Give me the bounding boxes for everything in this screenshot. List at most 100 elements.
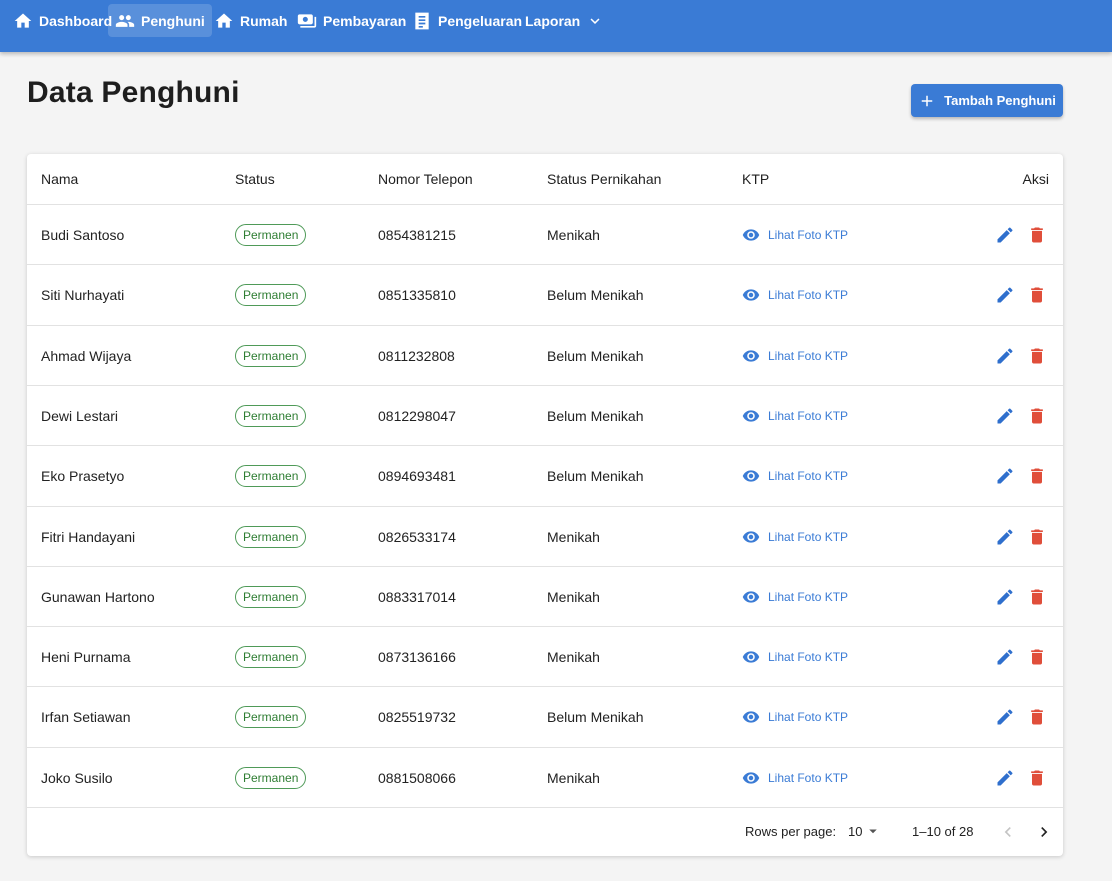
view-ktp-label: Lihat Foto KTP xyxy=(768,710,849,724)
nav-item-label: Rumah xyxy=(240,12,288,29)
edit-button[interactable] xyxy=(993,525,1017,549)
delete-button[interactable] xyxy=(1025,344,1049,368)
edit-button[interactable] xyxy=(993,223,1017,247)
edit-icon xyxy=(997,588,1013,604)
actions-cell xyxy=(993,205,1049,264)
column-header-phone[interactable]: Nomor Telepon xyxy=(378,154,473,204)
people-icon xyxy=(115,14,135,27)
nav-item-laporan[interactable]: Laporan xyxy=(518,4,611,37)
column-header-ktp[interactable]: KTP xyxy=(742,154,769,204)
eye-icon xyxy=(742,289,760,301)
edit-icon xyxy=(997,407,1013,423)
phone-number: 0854381215 xyxy=(378,226,456,243)
view-ktp-link[interactable]: Lihat Foto KTP xyxy=(742,467,848,485)
delete-button[interactable] xyxy=(1025,223,1049,247)
view-ktp-link[interactable]: Lihat Foto KTP xyxy=(742,226,848,244)
delete-button[interactable] xyxy=(1025,464,1049,488)
edit-icon xyxy=(997,528,1013,544)
nav-item-penghuni[interactable]: Penghuni xyxy=(108,4,212,37)
edit-icon xyxy=(997,287,1013,303)
chevron-left-icon xyxy=(1004,827,1011,837)
column-header-status[interactable]: Status xyxy=(235,154,275,204)
eye-icon xyxy=(742,470,760,482)
column-header-marital[interactable]: Status Pernikahan xyxy=(547,154,661,204)
previous-page-button[interactable] xyxy=(996,820,1020,844)
table-row: Joko Susilo Permanen 0881508066 Menikah Liha… xyxy=(27,748,1063,808)
marital-status: Menikah xyxy=(547,648,600,665)
add-resident-button[interactable]: Tambah Penghuni xyxy=(911,84,1063,117)
view-ktp-link[interactable]: Lihat Foto KTP xyxy=(742,286,848,304)
actions-cell xyxy=(993,386,1049,445)
nav-item-pengeluaran[interactable]: Pengeluaran xyxy=(405,4,529,37)
edit-icon xyxy=(997,226,1013,242)
delete-button[interactable] xyxy=(1025,283,1049,307)
edit-button[interactable] xyxy=(993,705,1017,729)
home-icon xyxy=(215,13,233,28)
view-ktp-label: Lihat Foto KTP xyxy=(768,770,849,785)
status-chip: Permanen xyxy=(235,645,307,668)
view-ktp-link[interactable]: Lihat Foto KTP xyxy=(742,648,848,666)
rows-per-page-select[interactable]: 10 xyxy=(848,822,882,840)
delete-button[interactable] xyxy=(1025,404,1049,428)
edit-button[interactable] xyxy=(993,344,1017,368)
plus-icon xyxy=(921,95,933,106)
view-ktp-link[interactable]: Lihat Foto KTP xyxy=(742,708,848,726)
ktp-cell: Lihat Foto KTP xyxy=(742,205,848,264)
resident-name: Ahmad Wijaya xyxy=(41,347,132,364)
nav-item-label: Pembayaran xyxy=(323,12,407,29)
status-cell: Permanen xyxy=(235,627,307,686)
view-ktp-link[interactable]: Lihat Foto KTP xyxy=(742,347,848,365)
table-row: Irfan Setiawan Permanen 0825519732 Belum Me… xyxy=(27,687,1063,748)
nav-item-label: Penghuni xyxy=(141,12,205,29)
status-cell: Permanen xyxy=(235,386,307,445)
delete-button[interactable] xyxy=(1025,585,1049,609)
nav-item-rumah[interactable]: Rumah xyxy=(207,4,294,37)
resident-name: Fitri Handayani xyxy=(41,528,136,545)
actions-cell xyxy=(993,687,1049,747)
edit-button[interactable] xyxy=(993,464,1017,488)
nav-item-pembayaran[interactable]: Pembayaran xyxy=(290,4,413,37)
delete-button[interactable] xyxy=(1025,525,1049,549)
marital-status: Belum Menikah xyxy=(547,287,644,303)
view-ktp-link[interactable]: Lihat Foto KTP xyxy=(742,528,848,546)
eye-icon xyxy=(742,349,760,362)
table-header-row: Nama Status Nomor Telepon Status Pernika… xyxy=(27,154,1063,205)
next-page-button[interactable] xyxy=(1032,820,1056,844)
actions-cell xyxy=(993,567,1049,626)
status-cell: Permanen xyxy=(235,507,307,566)
view-ktp-link[interactable]: Lihat Foto KTP xyxy=(742,588,848,606)
view-ktp-link[interactable]: Lihat Foto KTP xyxy=(742,769,848,787)
resident-name: Siti Nurhayati xyxy=(41,287,125,303)
resident-name: Joko Susilo xyxy=(41,769,113,786)
trash-icon xyxy=(1031,287,1043,303)
edit-button[interactable] xyxy=(993,283,1017,307)
status-chip: Permanen xyxy=(235,465,307,487)
view-ktp-label: Lihat Foto KTP xyxy=(768,408,849,423)
edit-button[interactable] xyxy=(993,585,1017,609)
add-resident-label: Tambah Penghuni xyxy=(944,93,1056,108)
arrow-drop-down-icon xyxy=(869,829,878,834)
edit-button[interactable] xyxy=(993,404,1017,428)
view-ktp-link[interactable]: Lihat Foto KTP xyxy=(742,407,848,425)
eye-icon xyxy=(742,530,760,543)
resident-name: Budi Santoso xyxy=(41,226,125,243)
actions-cell xyxy=(993,446,1049,506)
table-row: Budi Santoso Permanen 0854381215 Menikah Lih… xyxy=(27,205,1063,265)
ktp-cell: Lihat Foto KTP xyxy=(742,567,848,626)
marital-status: Menikah xyxy=(547,226,600,243)
view-ktp-label: Lihat Foto KTP xyxy=(768,529,849,544)
edit-button[interactable] xyxy=(993,645,1017,669)
nav-item-dashboard[interactable]: Dashboard xyxy=(6,4,119,37)
ktp-cell: Lihat Foto KTP xyxy=(742,627,848,686)
column-header-name[interactable]: Nama xyxy=(41,154,78,204)
delete-button[interactable] xyxy=(1025,766,1049,790)
delete-button[interactable] xyxy=(1025,645,1049,669)
actions-cell xyxy=(993,265,1049,325)
marital-status: Belum Menikah xyxy=(547,709,644,725)
edit-button[interactable] xyxy=(993,766,1017,790)
ktp-cell: Lihat Foto KTP xyxy=(742,326,848,385)
delete-button[interactable] xyxy=(1025,705,1049,729)
status-chip: Permanen xyxy=(235,284,307,306)
phone-number: 0811232808 xyxy=(378,347,455,364)
table-row: Gunawan Hartono Permanen 0883317014 Menikah… xyxy=(27,567,1063,627)
